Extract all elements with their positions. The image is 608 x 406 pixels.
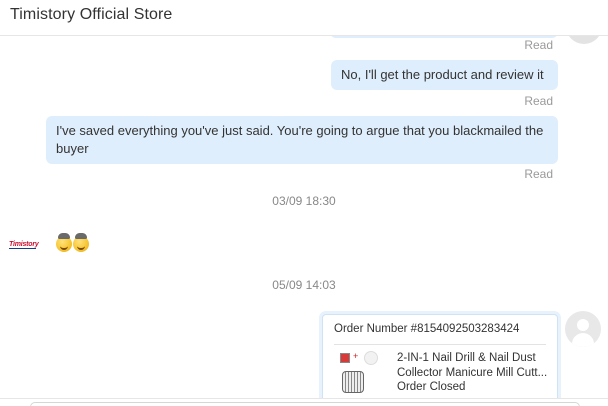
product-thumbnail[interactable]: + (338, 351, 384, 402)
store-logo: Timistory (9, 241, 39, 249)
order-card[interactable]: Order Number #8154092503283424 + 2-IN-1 … (322, 314, 558, 402)
user-avatar (565, 311, 601, 347)
cowboy-face-emoji-icon (56, 233, 72, 252)
message-bubble: I've saved everything you've just said. … (46, 116, 558, 164)
order-status: Order Closed (397, 381, 466, 393)
read-status: Read (524, 94, 553, 108)
read-status: Read (524, 167, 553, 181)
emoji-message (56, 233, 89, 252)
divider (334, 344, 546, 345)
chat-header: Timistory Official Store (0, 0, 608, 36)
message-bubble: No, I'll get the product and review it (331, 60, 558, 90)
chat-window[interactable]: Read No, I'll get the product and review… (0, 36, 608, 402)
message-text: I've saved everything you've just said. … (56, 123, 544, 156)
read-status: Read (524, 38, 553, 52)
message-text: No, I'll get the product and review it (341, 67, 544, 82)
message-timestamp: 03/09 18:30 (272, 194, 336, 208)
order-number: Order Number #8154092503283424 (334, 323, 520, 335)
message-timestamp: 05/09 14:03 (272, 278, 336, 292)
cowboy-face-emoji-icon (73, 233, 89, 252)
product-title[interactable]: 2-IN-1 Nail Drill & Nail Dust Collector … (397, 351, 549, 381)
store-name-title: Timistory Official Store (10, 6, 173, 23)
user-avatar (566, 36, 602, 44)
message-input[interactable] (30, 402, 580, 406)
